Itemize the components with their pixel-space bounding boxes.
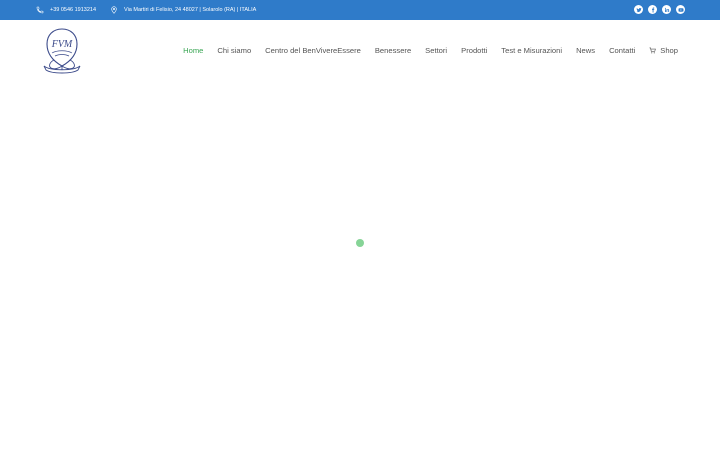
address-contact: Via Martiri di Felisio, 24 48027 | Solar… [110,0,256,20]
phone-contact[interactable]: +39 0546 1913214 [36,0,96,20]
page-loading-indicator [356,239,364,247]
twitter-icon[interactable] [634,5,643,14]
nav-news[interactable]: News [576,46,595,55]
nav-settori[interactable]: Settori [425,46,447,55]
nav-prodotti[interactable]: Prodotti [461,46,487,55]
nav-settori-label: Settori [425,45,448,55]
nav-benessere-label: Benessere [374,45,412,55]
site-logo[interactable]: FVM [40,26,84,76]
phone-number: +39 0546 1913214 [50,7,97,13]
nav-chi-siamo[interactable]: Chi siamo [217,46,251,55]
nav-centro-benvivereessere[interactable]: Centro del BenVivereEssere [265,46,361,55]
crest-logo-icon: FVM [43,28,81,74]
nav-test-label: Test e Misurazioni [501,45,563,55]
address-text: Via Martiri di Felisio, 24 48027 | Solar… [124,7,257,13]
nav-home[interactable]: Home [183,46,203,55]
nav-centro-label: Centro del BenVivereEssere [265,45,361,55]
main-navigation: Home Chi siamo Centro del BenVivereEsser… [169,20,678,80]
phone-icon [36,6,44,14]
nav-test-misurazioni[interactable]: Test e Misurazioni [501,46,562,55]
linkedin-icon[interactable] [662,5,671,14]
top-bar: +39 0546 1913214 Via Martiri di Felisio,… [0,0,720,20]
nav-contatti-label: Contatti [609,45,636,55]
nav-contatti[interactable]: Contatti [609,46,635,55]
social-links [634,5,685,14]
location-pin-icon [111,6,117,14]
facebook-icon[interactable] [648,5,657,14]
nav-shop-label: Shop [660,45,678,55]
site-header: FVM Home Chi siamo Centro del BenVivereE… [0,20,720,80]
nav-benessere[interactable]: Benessere [375,46,411,55]
nav-prodotti-label: Prodotti [461,45,488,55]
nav-news-label: News [576,45,596,55]
cart-icon [649,47,660,54]
nav-chi-siamo-label: Chi siamo [217,45,252,55]
nav-shop[interactable]: Shop [649,46,678,55]
logo-monogram: FVM [51,39,73,50]
nav-home-label: Home [183,45,204,55]
youtube-icon[interactable] [676,5,685,14]
